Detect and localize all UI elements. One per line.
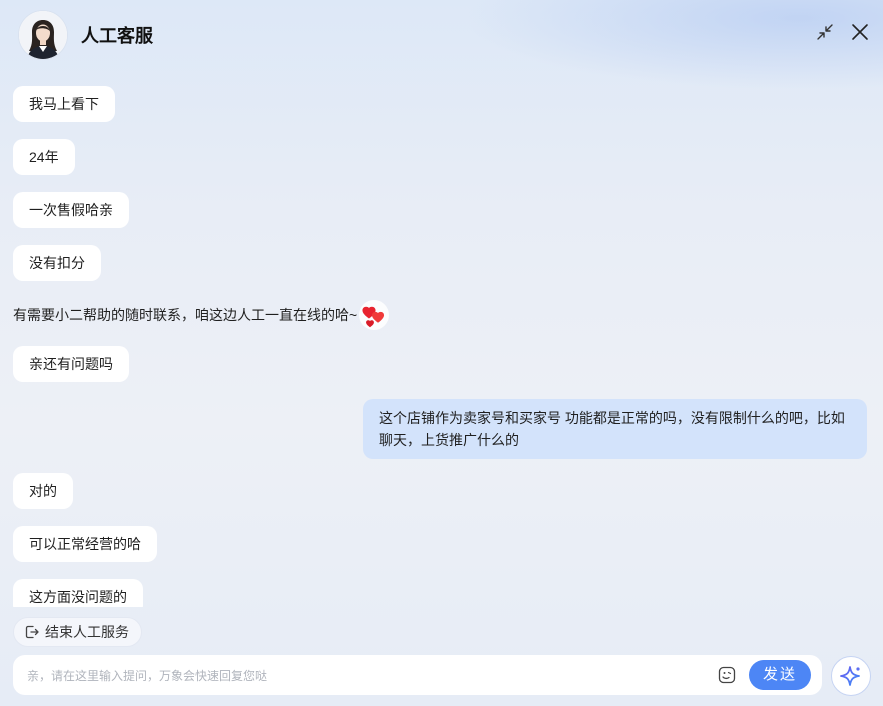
composer: 发送	[13, 655, 822, 697]
chat-header: 人工客服	[0, 0, 883, 70]
end-service-label: 结束人工服务	[45, 624, 129, 640]
agent-message: 一次售假哈亲	[13, 192, 129, 228]
user-message: 这个店铺作为卖家号和买家号 功能都是正常的吗，没有限制什么的吧，比如聊天，上货推…	[363, 399, 867, 459]
message-list[interactable]: 我马上看下 24年 一次售假哈亲 没有扣分 有需要小二帮助的随时联系，咱这边人工…	[0, 80, 883, 607]
emoji-button[interactable]	[718, 666, 736, 684]
minimize-button[interactable]	[813, 20, 837, 44]
agent-message: 24年	[13, 139, 75, 175]
sparkle-icon	[840, 666, 860, 686]
hearts-emoji-icon	[359, 300, 390, 330]
avatar	[18, 10, 68, 60]
agent-message: 亲还有问题吗	[13, 346, 129, 382]
emoji-icon	[718, 666, 736, 684]
minimize-icon	[817, 24, 833, 40]
end-service-button[interactable]: 结束人工服务	[13, 617, 142, 647]
send-button[interactable]: 发送	[749, 660, 811, 690]
agent-message: 没有扣分	[13, 245, 101, 281]
agent-message: 这方面没问题的	[13, 579, 143, 607]
close-button[interactable]	[848, 20, 872, 44]
agent-message-plain: 有需要小二帮助的随时联系，咱这边人工一直在线的哈~	[13, 298, 390, 332]
message-input[interactable]	[25, 655, 709, 697]
page-title: 人工客服	[81, 26, 153, 46]
agent-message: 可以正常经营的哈	[13, 526, 157, 562]
close-icon	[852, 24, 868, 40]
agent-message-text: 有需要小二帮助的随时联系，咱这边人工一直在线的哈~	[13, 307, 358, 323]
agent-message: 我马上看下	[13, 86, 115, 122]
ai-assistant-button[interactable]	[831, 656, 871, 696]
avatar-portrait-icon	[19, 11, 67, 59]
agent-message: 对的	[13, 473, 73, 509]
exit-icon	[25, 625, 39, 639]
